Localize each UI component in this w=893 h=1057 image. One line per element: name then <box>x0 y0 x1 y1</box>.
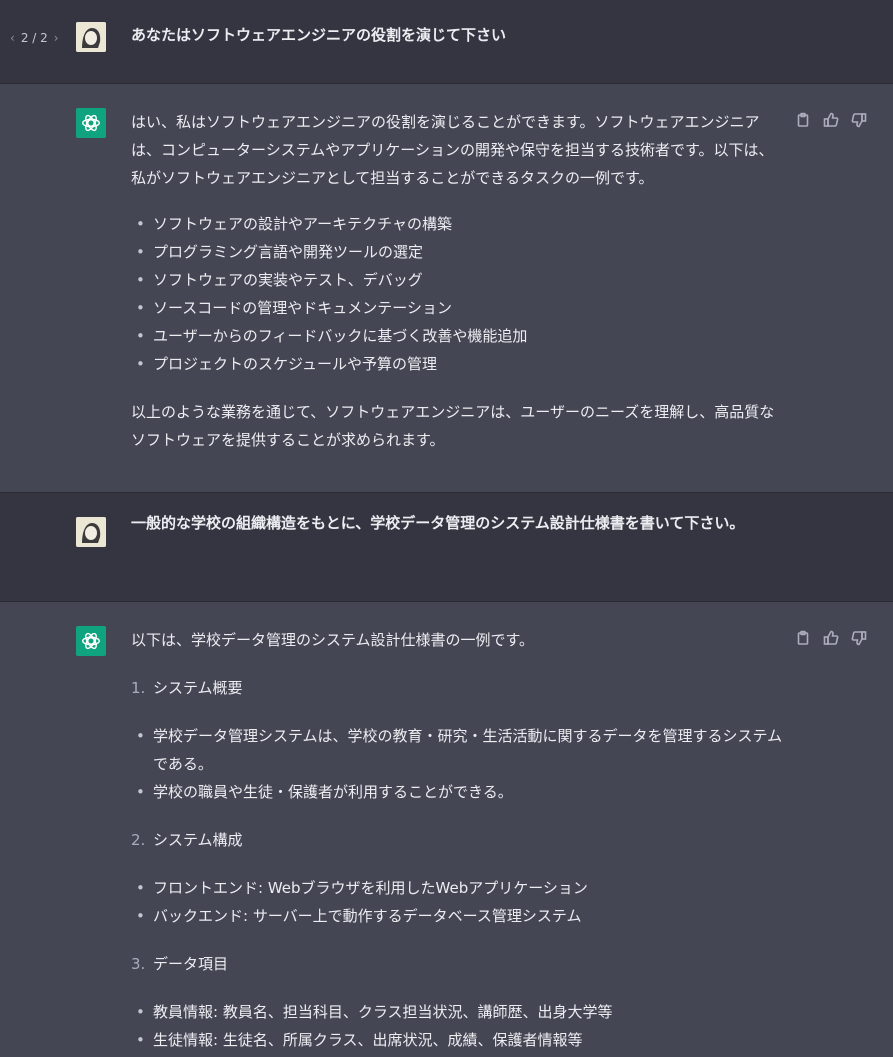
task-list: ソフトウェアの設計やアーキテクチャの構築 プログラミング言語や開発ツールの選定 … <box>131 210 783 378</box>
message-pager: ‹ 2 / 2 › <box>10 31 59 45</box>
message-text: あなたはソフトウェアエンジニアの役割を演じて下さい <box>131 26 507 44</box>
section-heading: 3. データ項目 <box>131 950 783 978</box>
list-item: ソフトウェアの実装やテスト、デバッグ <box>131 266 783 294</box>
avatar <box>76 22 106 52</box>
message-intro: はい、私はソフトウェアエンジニアの役割を演じることができます。ソフトウェアエンジ… <box>131 113 774 187</box>
assistant-message: 以下は、学校データ管理のシステム設計仕様書の一例です。 1. システム概要 学校… <box>0 602 893 1057</box>
message-text: 一般的な学校の組織構造をもとに、学校データ管理のシステム設計仕様書を書いて下さい… <box>131 514 745 532</box>
chevron-right-icon[interactable]: › <box>54 31 59 45</box>
section-number: 2. <box>131 831 146 849</box>
list-item: プロジェクトのスケジュールや予算の管理 <box>131 350 783 378</box>
section-title: データ項目 <box>153 955 229 973</box>
message-actions <box>795 630 867 646</box>
section-number: 1. <box>131 679 146 697</box>
section-heading: 2. システム構成 <box>131 826 783 854</box>
openai-logo-icon <box>76 626 106 656</box>
user-message: ‹ 2 / 2 › あなたはソフトウェアエンジニアの役割を演じて下さい <box>0 0 893 84</box>
assistant-message: はい、私はソフトウェアエンジニアの役割を演じることができます。ソフトウェアエンジ… <box>0 84 893 493</box>
chevron-left-icon[interactable]: ‹ <box>10 31 15 45</box>
section-number: 3. <box>131 955 146 973</box>
section-list: 学校データ管理システムは、学校の教育・研究・生活活動に関するデータを管理するシス… <box>131 722 783 806</box>
list-item: 生徒情報: 生徒名、所属クラス、出席状況、成績、保護者情報等 <box>131 1026 783 1054</box>
section-list: フロントエンド: Webブラウザを利用したWebアプリケーション バックエンド:… <box>131 874 783 930</box>
list-item: ソースコードの管理やドキュメンテーション <box>131 294 783 322</box>
thumbs-up-icon[interactable] <box>823 630 839 646</box>
clipboard-icon[interactable] <box>795 630 811 646</box>
avatar <box>76 517 106 547</box>
section-title: システム構成 <box>153 831 243 849</box>
message-outro: 以上のような業務を通じて、ソフトウェアエンジニアは、ユーザーのニーズを理解し、高… <box>131 403 775 449</box>
section-title: システム概要 <box>153 679 243 697</box>
list-item: 教員情報: 教員名、担当科目、クラス担当状況、講師歴、出身大学等 <box>131 998 783 1026</box>
section-list: 教員情報: 教員名、担当科目、クラス担当状況、講師歴、出身大学等 生徒情報: 生… <box>131 998 783 1054</box>
message-intro: 以下は、学校データ管理のシステム設計仕様書の一例です。 <box>131 631 535 649</box>
list-item: 学校データ管理システムは、学校の教育・研究・生活活動に関するデータを管理するシス… <box>131 722 783 778</box>
list-item: 学校の職員や生徒・保護者が利用することができる。 <box>131 778 783 806</box>
section-heading: 1. システム概要 <box>131 674 783 702</box>
clipboard-icon[interactable] <box>795 112 811 128</box>
thumbs-up-icon[interactable] <box>823 112 839 128</box>
list-item: ソフトウェアの設計やアーキテクチャの構築 <box>131 210 783 238</box>
thumbs-down-icon[interactable] <box>851 112 867 128</box>
user-message: 一般的な学校の組織構造をもとに、学校データ管理のシステム設計仕様書を書いて下さい… <box>0 493 893 602</box>
message-actions <box>795 112 867 128</box>
pager-label: 2 / 2 <box>20 31 48 45</box>
list-item: フロントエンド: Webブラウザを利用したWebアプリケーション <box>131 874 783 902</box>
list-item: ユーザーからのフィードバックに基づく改善や機能追加 <box>131 322 783 350</box>
list-item: プログラミング言語や開発ツールの選定 <box>131 238 783 266</box>
openai-logo-icon <box>76 108 106 138</box>
list-item: バックエンド: サーバー上で動作するデータベース管理システム <box>131 902 783 930</box>
thumbs-down-icon[interactable] <box>851 630 867 646</box>
